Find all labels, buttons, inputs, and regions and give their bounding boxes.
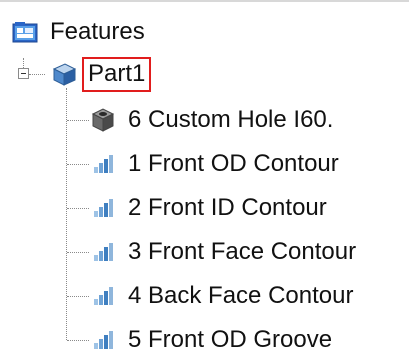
tree-line-h5 <box>67 296 89 297</box>
features-folder-icon <box>12 20 40 44</box>
tree-line-h1 <box>67 120 89 121</box>
tree-item-custom-hole[interactable]: 6 Custom Hole I60. <box>90 100 333 140</box>
contour-icon <box>92 198 114 218</box>
contour-icon <box>92 154 114 174</box>
collapse-toggle-icon[interactable] <box>18 68 29 79</box>
tree-root-label: Features <box>50 18 145 45</box>
tree-item-front-od-groove[interactable]: 5 Front OD Groove <box>92 320 332 356</box>
part-solid-icon <box>50 61 78 87</box>
custom-hole-icon <box>90 107 116 133</box>
tree-item-front-od-contour[interactable]: 1 Front OD Contour <box>92 144 339 184</box>
tree-line-h3 <box>67 208 89 209</box>
contour-icon <box>92 286 114 306</box>
tree-line-h6 <box>67 340 89 341</box>
tree-line-h4 <box>67 252 89 253</box>
feature-tree-panel: Features Part1 6 Custom Hole I60. 1 Fron… <box>0 0 409 356</box>
tree-item-label: 2 Front ID Contour <box>128 194 327 221</box>
contour-icon <box>92 330 114 350</box>
tree-root-features[interactable]: Features <box>12 12 145 52</box>
tree-line-children <box>66 88 67 340</box>
tree-line-root <box>23 58 24 68</box>
tree-line-h2 <box>67 164 89 165</box>
tree-item-front-face-contour[interactable]: 3 Front Face Contour <box>92 232 356 272</box>
panel-top-border <box>0 0 409 2</box>
tree-item-label: 1 Front OD Contour <box>128 150 339 177</box>
contour-icon <box>92 242 114 262</box>
tree-item-label: 3 Front Face Contour <box>128 238 357 265</box>
tree-line-part <box>29 74 45 75</box>
tree-item-label: 6 Custom Hole I60. <box>128 106 334 133</box>
tree-item-front-id-contour[interactable]: 2 Front ID Contour <box>92 188 327 228</box>
tree-item-back-face-contour[interactable]: 4 Back Face Contour <box>92 276 353 316</box>
tree-item-part1[interactable]: Part1 <box>50 54 152 94</box>
tree-item-label: 5 Front OD Groove <box>128 326 333 353</box>
part1-label: Part1 <box>82 56 152 92</box>
tree-item-label: 4 Back Face Contour <box>128 282 354 309</box>
